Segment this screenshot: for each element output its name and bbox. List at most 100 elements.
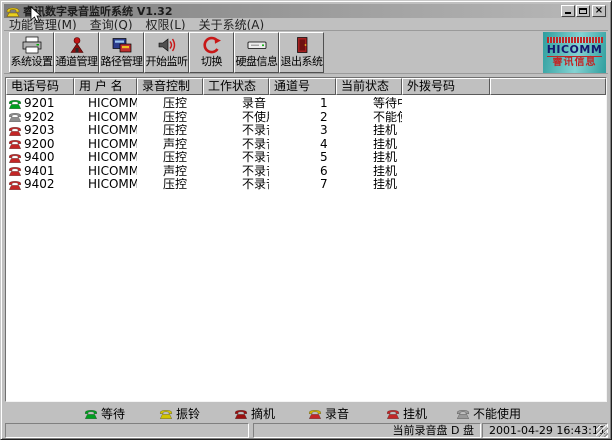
cell-channel-number: 3 [269,124,336,138]
phone-state-icon [8,180,22,190]
cell-work-status: 不使用 [203,111,269,125]
toolbar-button-label: 系统设置 [11,54,53,69]
cell-record-control: 压控 [137,97,203,111]
harddisk-info-button[interactable]: 硬盘信息 [234,32,279,73]
recording-phone-icon [308,409,322,419]
legend-label: 挂机 [403,405,427,422]
logo-company-text: 睿讯信息 [553,57,597,69]
offhook-phone-icon [234,409,248,419]
header-empty[interactable] [490,78,606,95]
phone-state-legend: 等待 振铃 摘机 录音 挂机 不能使用 [4,403,608,422]
cell-user-name: HICOMM3 [74,124,137,138]
harddisk-icon [246,35,268,54]
legend-label: 录音 [325,405,349,422]
channel-management-button[interactable]: 通道管理 [54,32,99,73]
cell-outgoing-number [402,111,490,125]
cell-channel-number: 5 [269,151,336,165]
cell-channel-number: 1 [269,97,336,111]
legend-onhook: 挂机 [386,405,427,422]
phone-state-icon [8,99,22,109]
listview-body: 9201 HICOMM1 压控 录音 1 等待中 9202 HICOMM2 压控… [6,95,606,192]
cell-user-name: HICOMM2 [74,111,137,125]
toolbar-button-label: 切换 [201,54,222,69]
cell-phone-number: 9202 [24,111,55,124]
close-button[interactable]: × [592,5,606,17]
cell-user-name: HICOMM7 [74,178,137,192]
status-panel-empty [5,423,249,438]
cell-user-name: HICOMM4 [74,138,137,152]
path-management-button[interactable]: 路径管理 [99,32,144,73]
start-monitoring-button[interactable]: 开始监听 [144,32,189,73]
cell-current-status: 挂机 [336,138,402,152]
cell-record-control: 压控 [137,151,203,165]
legend-label: 等待 [101,405,125,422]
header-current-status[interactable]: 当前状态 [336,78,402,95]
channel-listview: 电话号码 用 户 名 录音控制 工作状态 通道号 当前状态 外拨号码 9201 … [5,77,607,402]
cell-outgoing-number [402,165,490,179]
table-row[interactable]: 9400 HICOMM5 压控 不录音 5 挂机 [6,151,606,165]
close-icon: × [593,5,605,17]
toolbar-button-label: 路径管理 [101,54,143,69]
switch-button[interactable]: 切换 [189,32,234,73]
cell-outgoing-number [402,97,490,111]
company-logo: HICOMM 睿讯信息 [543,32,606,73]
cell-phone-number: 9400 [24,151,55,164]
exit-system-button[interactable]: 退出系统 [279,32,324,73]
table-row[interactable]: 9201 HICOMM1 压控 录音 1 等待中 [6,97,606,111]
phone-state-icon [8,153,22,163]
status-datetime: 2001-04-29 16:43:11 [482,423,608,438]
minimize-icon [565,12,571,14]
toolbar-button-label: 通道管理 [56,54,98,69]
resize-grip[interactable] [596,425,608,437]
maximize-icon [579,8,587,14]
cell-record-control: 声控 [137,138,203,152]
exit-door-icon [291,35,313,54]
cell-phone-number: 9200 [24,138,55,151]
cell-phone-number: 9402 [24,178,55,191]
header-channel-number[interactable]: 通道号 [269,78,336,95]
phone-state-icon [8,112,22,122]
table-row[interactable]: 9203 HICOMM3 压控 不录音 3 挂机 [6,124,606,138]
header-phone-number[interactable]: 电话号码 [6,78,74,95]
table-row[interactable]: 9402 HICOMM7 压控 不录音 7 挂机 [6,178,606,192]
maximize-button[interactable] [576,5,590,17]
system-settings-button[interactable]: 系统设置 [9,32,54,73]
toolbar-button-label: 硬盘信息 [236,54,278,69]
cell-channel-number: 2 [269,111,336,125]
legend-label: 振铃 [176,405,200,422]
cell-record-control: 压控 [137,178,203,192]
channel-person-icon [66,35,88,54]
cell-channel-number: 7 [269,178,336,192]
header-record-control[interactable]: 录音控制 [137,78,203,95]
logo-brand-text: HICOMM [547,44,603,57]
cell-record-control: 压控 [137,111,203,125]
header-user-name[interactable]: 用 户 名 [74,78,137,95]
table-row[interactable]: 9202 HICOMM2 压控 不使用 2 不能使用 [6,111,606,125]
cell-outgoing-number [402,138,490,152]
cell-phone-number: 9203 [24,124,55,137]
minimize-button[interactable] [561,5,575,17]
header-work-status[interactable]: 工作状态 [203,78,269,95]
cell-work-status: 不录音 [203,124,269,138]
cell-phone-number: 9201 [24,97,55,110]
printer-icon [21,35,43,54]
speaker-icon [156,35,178,54]
header-outgoing-number[interactable]: 外拨号码 [402,78,490,95]
cell-channel-number: 4 [269,138,336,152]
legend-unusable: 不能使用 [456,405,521,422]
app-window: 睿讯数字录音监听系统 V1.32 × 功能管理(M) 查询(Q) 权限(L) 关… [0,0,612,440]
cell-user-name: HICOMM1 [74,97,137,111]
listview-header: 电话号码 用 户 名 录音控制 工作状态 通道号 当前状态 外拨号码 [6,78,606,95]
menubar: 功能管理(M) 查询(Q) 权限(L) 关于系统(A) [5,18,607,30]
legend-recording: 录音 [308,405,349,422]
cell-record-control: 压控 [137,124,203,138]
table-row[interactable]: 9401 HICOMM6 声控 不录音 6 挂机 [6,165,606,179]
cell-phone-number: 9401 [24,165,55,178]
status-recording-disk: 当前录音盘 D 盘 [253,423,481,438]
toolbar: 系统设置 通道管理 路径管理 开始监听 切换 [4,30,608,74]
statusbar: 当前录音盘 D 盘 2001-04-29 16:43:11 [4,423,608,439]
cell-work-status: 录音 [203,97,269,111]
table-row[interactable]: 9200 HICOMM4 声控 不录音 4 挂机 [6,138,606,152]
phone-state-icon [8,139,22,149]
cell-current-status: 不能使用 [336,111,402,125]
